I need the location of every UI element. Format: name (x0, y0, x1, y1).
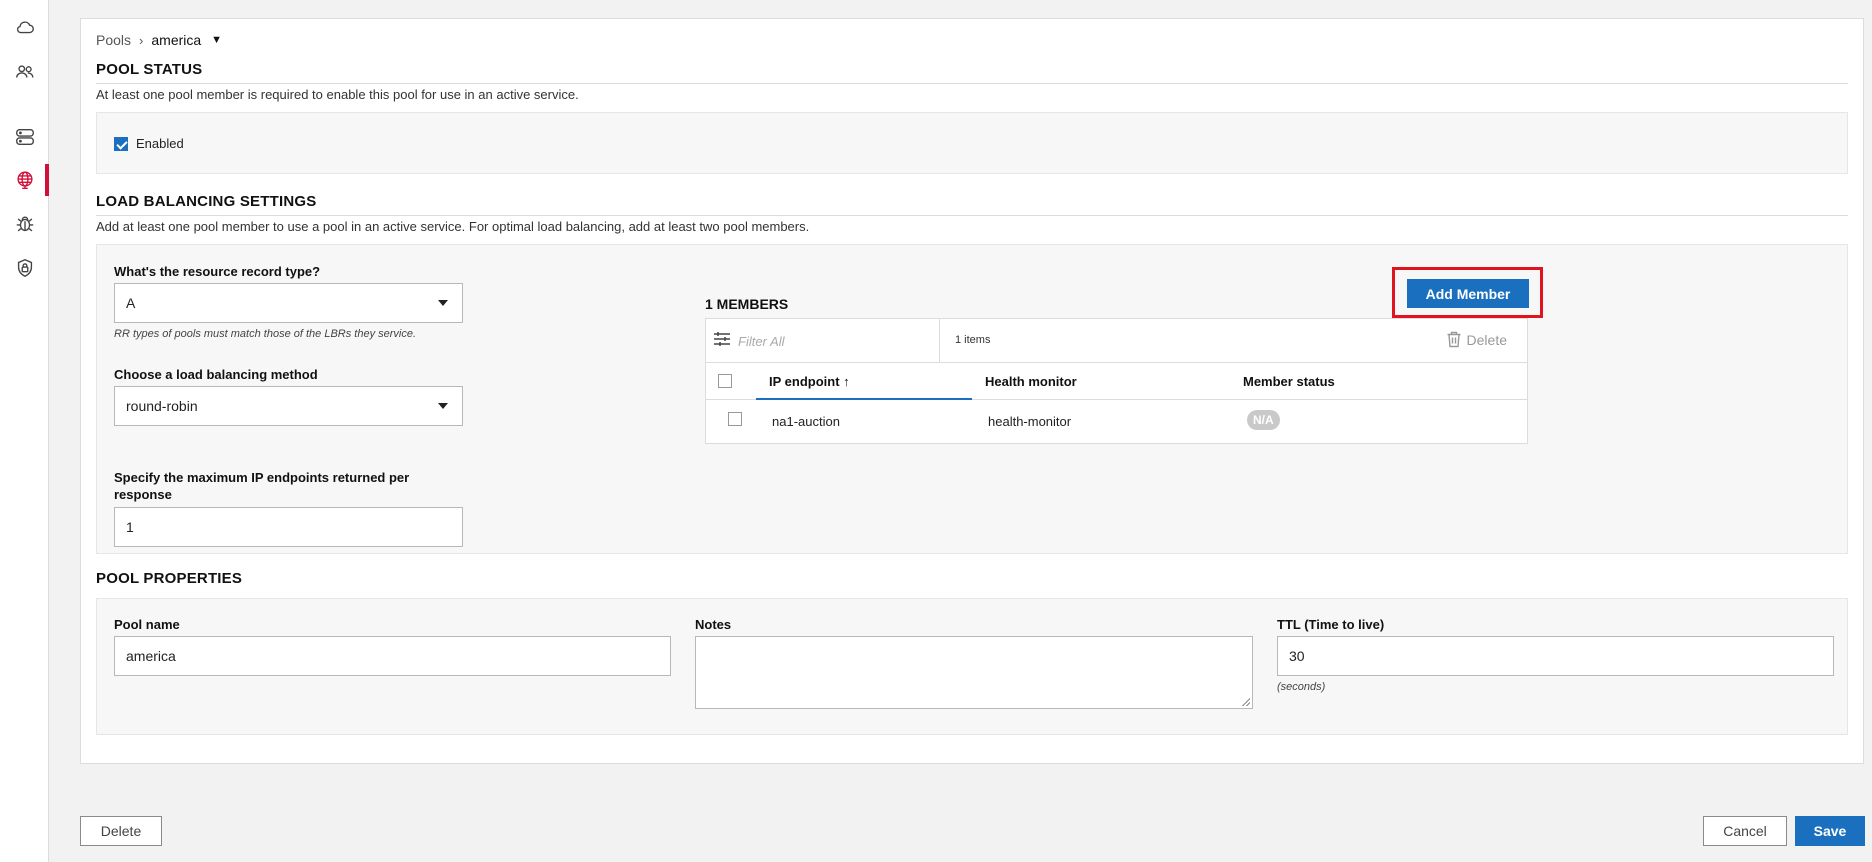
dropdown-arrow-icon (438, 300, 448, 306)
delete-members-button[interactable]: Delete (1446, 331, 1507, 348)
rr-type-value: A (126, 295, 136, 311)
table-row[interactable]: na1-auction health-monitor N/A (706, 400, 1527, 443)
load-balancing-title: LOAD BALANCING SETTINGS (96, 193, 317, 210)
enabled-checkbox[interactable] (114, 136, 128, 151)
ttl-value: 30 (1289, 648, 1305, 664)
breadcrumb-current: america (151, 32, 202, 48)
status-badge: N/A (1247, 410, 1280, 430)
delete-pool-button[interactable]: Delete (80, 816, 162, 846)
members-table: Filter All 1 items Delete IP endpoint ↑ … (705, 318, 1528, 444)
left-sidebar (0, 0, 49, 862)
select-all-checkbox[interactable] (718, 374, 732, 388)
pool-detail-card: Pools › america ▼ POOL STATUS At least o… (80, 18, 1864, 764)
breadcrumb: Pools › america ▼ (96, 32, 222, 48)
add-member-highlight: Add Member (1392, 267, 1543, 318)
pool-name-input[interactable]: america (114, 636, 671, 676)
add-member-button[interactable]: Add Member (1407, 279, 1529, 308)
pool-properties-panel: Pool name america Notes TTL (Time to liv… (96, 598, 1848, 735)
divider (96, 83, 1848, 84)
breadcrumb-pools-link[interactable]: Pools (96, 32, 131, 48)
notes-label: Notes (695, 617, 732, 632)
table-header: IP endpoint ↑ Health monitor Member stat… (706, 363, 1527, 400)
save-button[interactable]: Save (1795, 816, 1865, 846)
trash-icon (1447, 331, 1461, 348)
col-ip-endpoint[interactable]: IP endpoint ↑ (769, 374, 850, 389)
members-title: 1 MEMBERS (705, 296, 789, 312)
ttl-input[interactable]: 30 (1277, 636, 1834, 676)
load-balancing-panel: What's the resource record type? A RR ty… (96, 244, 1848, 554)
col-health-monitor[interactable]: Health monitor (985, 374, 1077, 389)
item-count: 1 items (955, 334, 991, 346)
dropdown-arrow-icon (438, 403, 448, 409)
filter-input[interactable]: Filter All (738, 334, 784, 349)
globe-icon[interactable] (0, 162, 49, 198)
filter-sliders-icon[interactable] (713, 330, 731, 353)
pool-name-label: Pool name (114, 617, 180, 632)
row-ip-endpoint: na1-auction (772, 414, 840, 429)
rr-type-helper: RR types of pools must match those of th… (114, 328, 417, 340)
cancel-button[interactable]: Cancel (1703, 816, 1787, 846)
col-ip-endpoint-label: IP endpoint (769, 374, 840, 389)
load-balancing-description: Add at least one pool member to use a po… (96, 219, 810, 234)
row-health-monitor: health-monitor (988, 414, 1072, 429)
resize-grip-icon[interactable] (1242, 698, 1250, 706)
max-ip-label: Specify the maximum IP endpoints returne… (114, 470, 410, 502)
divider (96, 215, 1848, 216)
max-ip-value: 1 (126, 519, 134, 535)
rr-type-select[interactable]: A (114, 283, 463, 323)
chevron-right-icon: › (139, 32, 144, 48)
max-ip-input[interactable]: 1 (114, 507, 463, 547)
users-icon[interactable] (0, 54, 49, 90)
row-checkbox[interactable] (728, 412, 742, 426)
method-value: round-robin (126, 398, 198, 414)
server-icon[interactable] (0, 119, 49, 155)
pool-status-title: POOL STATUS (96, 61, 203, 78)
sort-arrow-up-icon: ↑ (843, 374, 850, 389)
shield-lock-icon[interactable] (0, 250, 49, 286)
ttl-helper: (seconds) (1277, 681, 1326, 693)
pool-status-panel: Enabled (96, 112, 1848, 174)
pool-properties-title: POOL PROPERTIES (96, 570, 243, 587)
method-label: Choose a load balancing method (114, 367, 318, 382)
rr-type-label: What's the resource record type? (114, 264, 321, 279)
col-member-status[interactable]: Member status (1243, 374, 1335, 389)
enabled-label: Enabled (136, 136, 184, 151)
method-select[interactable]: round-robin (114, 386, 463, 426)
caret-down-icon[interactable]: ▼ (211, 34, 222, 46)
ttl-label: TTL (Time to live) (1277, 617, 1385, 632)
cloud-icon[interactable] (0, 9, 49, 45)
bug-icon[interactable] (0, 206, 49, 242)
notes-textarea[interactable] (695, 636, 1253, 709)
table-toolbar: Filter All 1 items Delete (706, 319, 1527, 363)
pool-status-description: At least one pool member is required to … (96, 87, 579, 102)
filter-area[interactable]: Filter All (706, 319, 940, 363)
delete-label: Delete (1466, 331, 1507, 348)
pool-name-value: america (126, 648, 176, 664)
